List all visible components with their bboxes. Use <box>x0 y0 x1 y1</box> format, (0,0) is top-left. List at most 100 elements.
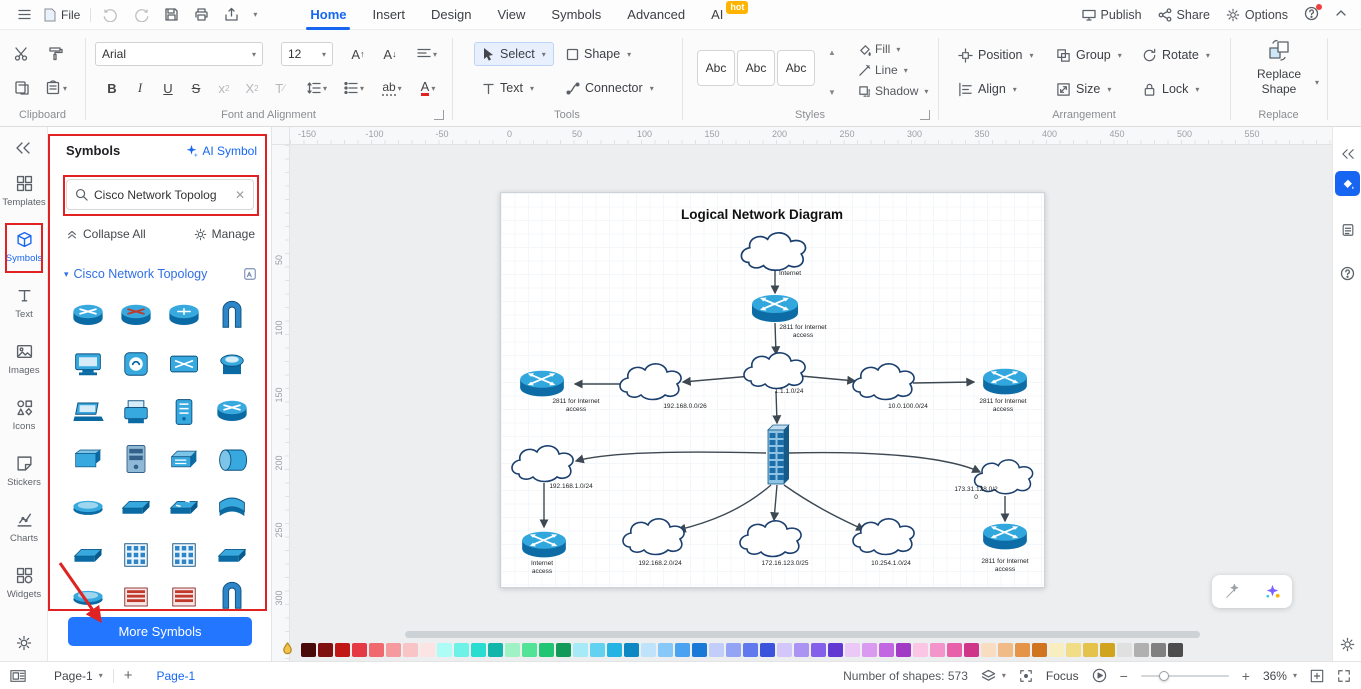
symbol-tile-matrix-red[interactable] <box>162 575 206 612</box>
bold-button[interactable]: B <box>100 76 124 100</box>
page-selector-dropdown[interactable]: Page-1 ▾ <box>54 669 103 683</box>
cloud-mid[interactable] <box>743 352 806 390</box>
sidebar-item-widgets[interactable]: Widgets <box>0 567 48 600</box>
color-swatch[interactable] <box>1015 643 1030 657</box>
color-swatch[interactable] <box>675 643 690 657</box>
sidebar-item-icons[interactable]: Icons <box>0 399 48 432</box>
publish-button[interactable]: Publish <box>1081 8 1142 22</box>
color-swatch[interactable] <box>1151 643 1166 657</box>
text-highlight-button[interactable]: ab ▾ <box>374 76 410 100</box>
font-panel-expander-icon[interactable] <box>434 110 444 120</box>
undo-icon[interactable] <box>101 5 121 25</box>
size-button[interactable]: Size ▾ <box>1056 78 1111 100</box>
text-tool-button[interactable]: Text ▾ <box>474 76 542 100</box>
symbol-tile-router[interactable] <box>210 390 254 434</box>
color-swatch[interactable] <box>454 643 469 657</box>
router-right[interactable] <box>982 367 1028 396</box>
cloud-left[interactable] <box>619 363 682 401</box>
color-swatch[interactable] <box>845 643 860 657</box>
font-size-select[interactable]: 12 ▾ <box>281 42 333 66</box>
right-settings-gear-icon[interactable] <box>1335 632 1360 657</box>
color-swatch[interactable] <box>1049 643 1064 657</box>
save-icon[interactable] <box>161 5 181 25</box>
lock-button[interactable]: Lock ▾ <box>1142 78 1199 100</box>
cloud-bottom-2[interactable] <box>622 518 685 556</box>
styles-scroll-up-icon[interactable]: ▲ <box>820 44 844 60</box>
color-swatch[interactable] <box>862 643 877 657</box>
symbol-tile-bridge[interactable] <box>210 575 254 612</box>
symbol-tile-flat-slab[interactable] <box>66 533 110 577</box>
magic-wand-icon[interactable] <box>1224 583 1241 600</box>
color-swatch[interactable] <box>607 643 622 657</box>
export-icon[interactable] <box>221 5 241 25</box>
symbol-tile-flat-disc[interactable] <box>66 485 110 529</box>
focus-label[interactable]: Focus <box>1046 669 1079 683</box>
color-swatch[interactable] <box>590 643 605 657</box>
symbol-tile-matrix-switch[interactable] <box>162 533 206 577</box>
color-swatch[interactable] <box>1134 643 1149 657</box>
bullet-list-button[interactable]: ▾ <box>338 76 370 100</box>
cloud-right[interactable] <box>852 363 915 401</box>
symbol-library-section-header[interactable]: ▾ Cisco Network Topology <box>64 267 257 281</box>
zoom-level-dropdown[interactable]: 36% ▾ <box>1263 669 1297 683</box>
hamburger-menu-icon[interactable] <box>14 5 34 25</box>
redo-icon[interactable] <box>131 5 151 25</box>
superscript-button[interactable]: x2 <box>212 76 236 100</box>
symbol-tile-hub[interactable] <box>66 437 110 481</box>
sidebar-item-stickers[interactable]: Stickers <box>0 455 48 488</box>
color-swatch[interactable] <box>318 643 333 657</box>
color-swatch[interactable] <box>658 643 673 657</box>
color-swatch[interactable] <box>794 643 809 657</box>
styles-panel-expander-icon[interactable] <box>920 110 930 120</box>
symbol-tile-bridge[interactable] <box>210 294 254 338</box>
color-swatch[interactable] <box>1100 643 1115 657</box>
symbols-search-input[interactable] <box>94 187 229 202</box>
color-swatch[interactable] <box>692 643 707 657</box>
color-swatch[interactable] <box>709 643 724 657</box>
color-swatch[interactable] <box>505 643 520 657</box>
color-swatch[interactable] <box>420 643 435 657</box>
position-button[interactable]: Position ▾ <box>958 44 1034 66</box>
symbol-tile-curve-slab[interactable] <box>210 485 254 529</box>
color-swatch[interactable] <box>1083 643 1098 657</box>
color-swatch[interactable] <box>760 643 775 657</box>
color-swatch[interactable] <box>913 643 928 657</box>
symbol-tile-workstation[interactable] <box>66 342 110 386</box>
fullscreen-icon[interactable] <box>1337 669 1351 683</box>
sidebar-item-symbols[interactable]: Symbols <box>0 231 48 264</box>
more-tools-caret-icon[interactable]: ▾ <box>253 10 257 19</box>
color-swatch[interactable] <box>335 643 350 657</box>
fill-style-panel-icon[interactable] <box>1335 171 1360 196</box>
color-swatch[interactable] <box>811 643 826 657</box>
font-family-select[interactable]: Arial ▾ <box>95 42 263 66</box>
document-page[interactable]: Logical Network Diagram Internet 2811 fo… <box>500 192 1045 588</box>
color-swatch[interactable] <box>352 643 367 657</box>
color-swatch[interactable] <box>879 643 894 657</box>
color-swatch[interactable] <box>930 643 945 657</box>
color-swatch[interactable] <box>522 643 537 657</box>
color-swatch[interactable] <box>1066 643 1081 657</box>
help-panel-icon[interactable] <box>1335 261 1360 286</box>
color-swatch[interactable] <box>1117 643 1132 657</box>
tab-home[interactable]: Home <box>297 0 359 30</box>
symbol-tile-laptop[interactable] <box>66 390 110 434</box>
align-button[interactable]: Align ▾ <box>958 78 1017 100</box>
color-swatch[interactable] <box>641 643 656 657</box>
color-swatch[interactable] <box>964 643 979 657</box>
symbol-tile-flat-disc[interactable] <box>66 575 110 612</box>
tab-advanced[interactable]: Advanced <box>614 0 698 30</box>
color-swatch[interactable] <box>369 643 384 657</box>
symbol-tile-terminal[interactable] <box>210 342 254 386</box>
line-spacing-button[interactable]: ▾ <box>300 76 334 100</box>
more-symbols-button[interactable]: More Symbols <box>68 617 252 646</box>
sidebar-item-templates[interactable]: Templates <box>0 175 48 208</box>
color-swatch[interactable] <box>556 643 571 657</box>
expand-right-panel-icon[interactable] <box>1335 141 1360 166</box>
theme-color-picker-icon[interactable] <box>280 641 295 659</box>
color-swatch[interactable] <box>437 643 452 657</box>
router-bottom-left[interactable] <box>521 530 567 559</box>
underline-button[interactable]: U <box>156 76 180 100</box>
ai-generate-icon[interactable] <box>1264 583 1281 600</box>
rotate-button[interactable]: Rotate ▾ <box>1142 44 1210 66</box>
color-swatch[interactable] <box>488 643 503 657</box>
